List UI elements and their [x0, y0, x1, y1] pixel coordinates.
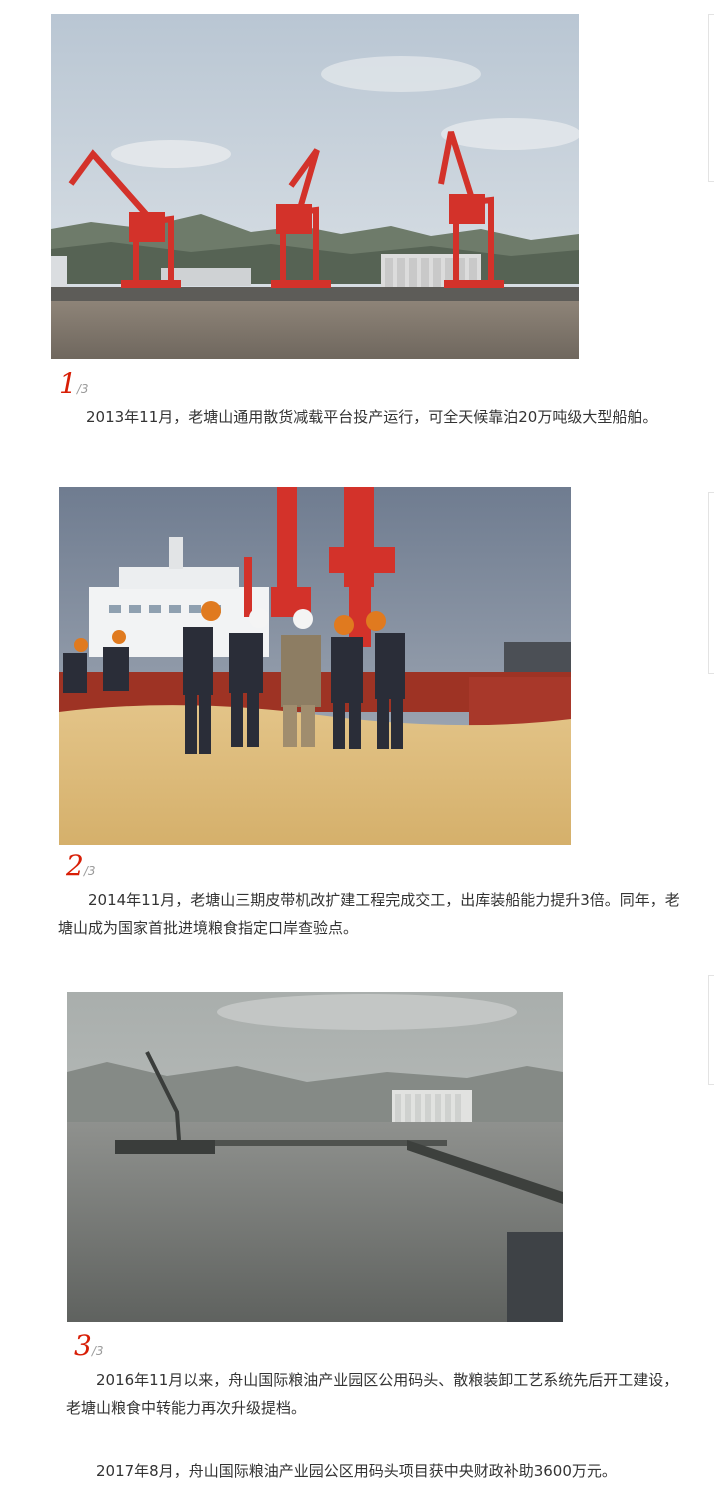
- slide-counter: 2/3: [66, 852, 96, 880]
- harbor-cranes-photo: [51, 14, 579, 359]
- slide-number: 1: [59, 367, 77, 400]
- slide-caption: 2013年11月，老塘山通用散货减载平台投产运行，可全天候靠泊20万吨级大型船舶…: [86, 408, 658, 426]
- slide-total: /3: [91, 1344, 104, 1358]
- slide-counter: 1/3: [59, 370, 89, 398]
- slide-counter: 3/3: [74, 1332, 104, 1360]
- slide-caption: 2014年11月，老塘山三期皮带机改扩建工程完成交工，出库装船能力提升3倍。同年…: [58, 891, 680, 937]
- extra-paragraph: 2017年8月，舟山国际粮油产业园公区用码头项目获中央财政补助3600万元。: [96, 1462, 617, 1480]
- divider: [708, 975, 714, 1085]
- slide-caption: 2016年11月以来，舟山国际粮油产业园区公用码头、散粮装卸工艺系统先后开工建设…: [66, 1371, 679, 1417]
- slide-number: 3: [74, 1329, 92, 1362]
- divider: [708, 14, 714, 182]
- divider: [708, 492, 714, 674]
- grain-hold-inspection-photo: [59, 487, 571, 845]
- slide-total: /3: [76, 382, 89, 396]
- slide-total: /3: [83, 864, 96, 878]
- grain-terminal-pier-photo: [67, 992, 563, 1322]
- slide-number: 2: [66, 849, 84, 882]
